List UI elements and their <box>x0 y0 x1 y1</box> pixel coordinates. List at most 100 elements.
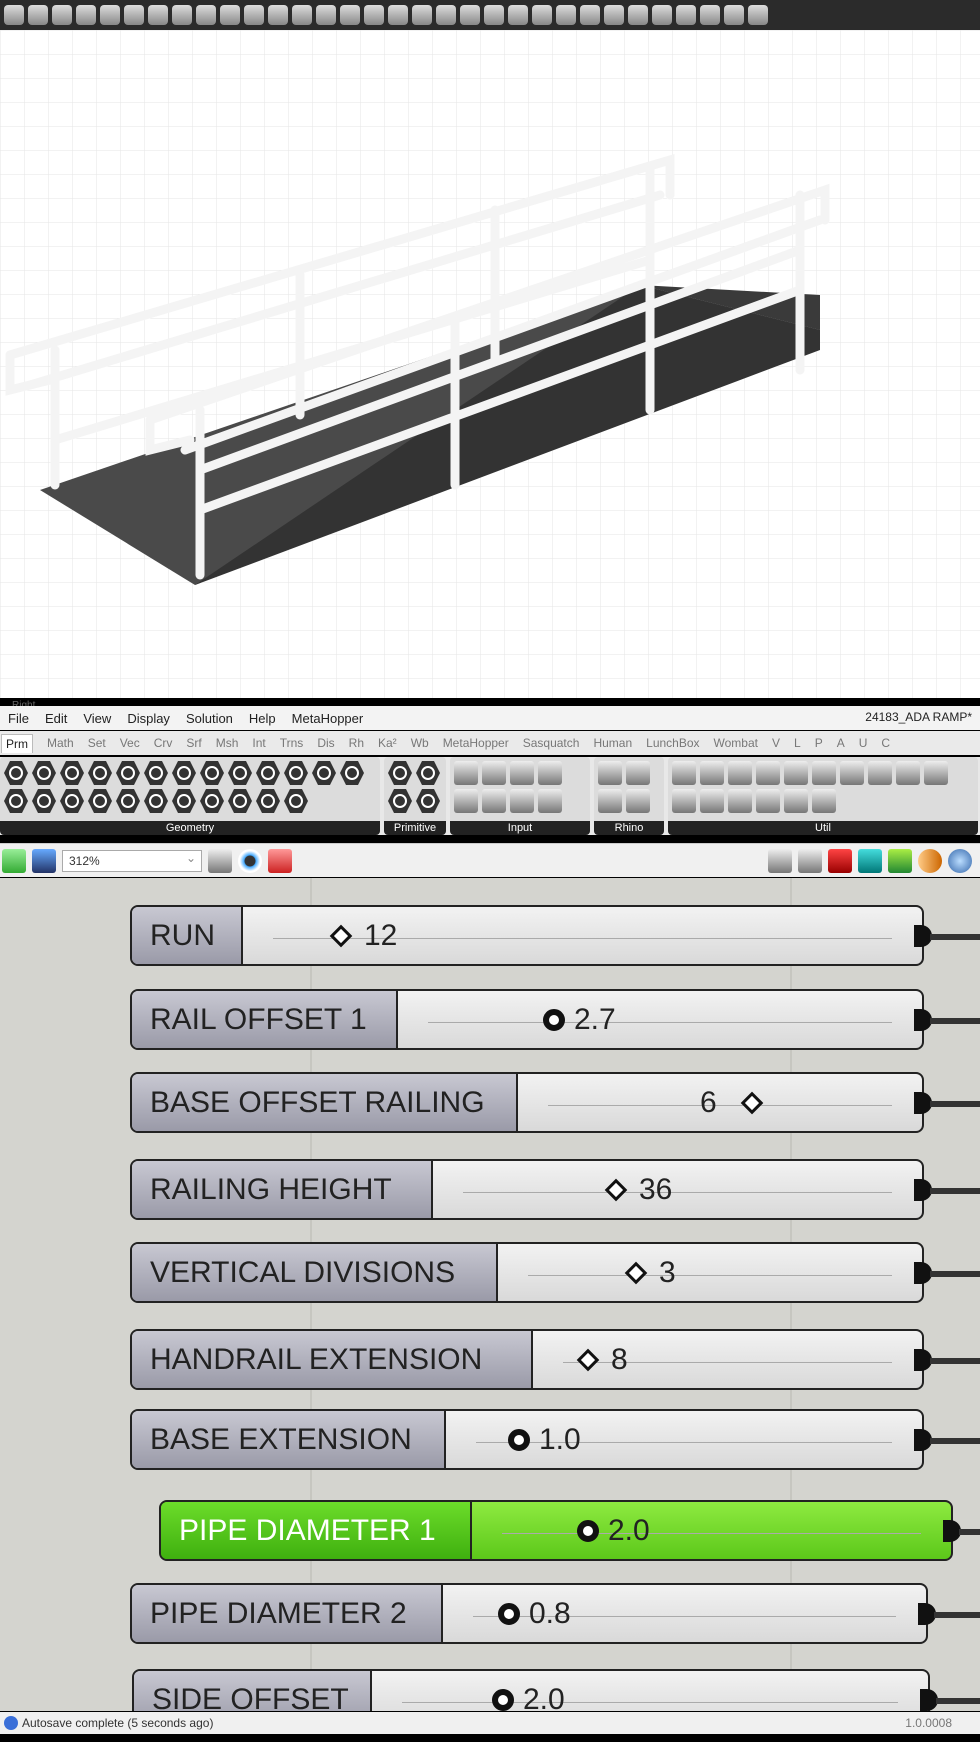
input-icons[interactable] <box>450 757 590 817</box>
tab-a[interactable]: A <box>837 736 845 750</box>
slider-track[interactable] <box>463 1183 892 1193</box>
number-slider[interactable]: RAILING HEIGHT 36 <box>130 1159 980 1220</box>
rhino-viewport[interactable] <box>0 30 980 698</box>
rhino-tool-icon[interactable] <box>700 5 720 25</box>
rhino-tool-icon[interactable] <box>52 5 72 25</box>
geometry-icons[interactable] <box>0 757 380 817</box>
tab-v[interactable]: V <box>772 736 780 750</box>
tab-set[interactable]: Set <box>88 736 106 750</box>
component-icon[interactable] <box>510 789 534 813</box>
tab-dis[interactable]: Dis <box>317 736 334 750</box>
component-icon[interactable] <box>388 789 412 813</box>
menu-solution[interactable]: Solution <box>186 711 233 726</box>
component-icon[interactable] <box>200 789 224 813</box>
slider-track[interactable] <box>428 1013 892 1023</box>
component-icon[interactable] <box>388 761 412 785</box>
rhino-tool-icon[interactable] <box>580 5 600 25</box>
rhino-tool-icon[interactable] <box>532 5 552 25</box>
zoom-extents-icon[interactable] <box>208 848 232 873</box>
rhino-tool-icon[interactable] <box>556 5 576 25</box>
component-icon[interactable] <box>228 789 252 813</box>
slider-handle[interactable] <box>498 1603 520 1625</box>
component-icon[interactable] <box>538 789 562 813</box>
component-icon[interactable] <box>256 789 280 813</box>
component-icon[interactable] <box>60 789 84 813</box>
util-icons[interactable] <box>668 757 978 817</box>
rhino-tool-icon[interactable] <box>124 5 144 25</box>
component-icon[interactable] <box>116 789 140 813</box>
component-icon[interactable] <box>482 789 506 813</box>
component-icon[interactable] <box>728 789 752 813</box>
component-icon[interactable] <box>784 761 808 785</box>
rhino-tool-icon[interactable] <box>76 5 96 25</box>
slider-handle[interactable] <box>577 1520 599 1542</box>
component-icon[interactable] <box>4 789 28 813</box>
tab-rh[interactable]: Rh <box>349 736 364 750</box>
slider-track[interactable] <box>502 1524 921 1534</box>
component-icon[interactable] <box>626 761 650 785</box>
save-icon[interactable] <box>32 848 56 873</box>
component-icon[interactable] <box>60 761 84 785</box>
tab-srf[interactable]: Srf <box>186 736 201 750</box>
component-icon[interactable] <box>840 761 864 785</box>
rhino-tool-icon[interactable] <box>244 5 264 25</box>
sketch-icon[interactable] <box>268 848 292 873</box>
number-slider[interactable]: SIDE OFFSET 2.0 <box>132 1669 980 1711</box>
tab-wb[interactable]: Wb <box>411 736 429 750</box>
component-icon[interactable] <box>538 761 562 785</box>
component-icon[interactable] <box>868 761 892 785</box>
slider-track[interactable] <box>402 1693 898 1703</box>
component-icon[interactable] <box>672 761 696 785</box>
component-icon[interactable] <box>510 761 534 785</box>
zoom-select[interactable]: 312% <box>62 849 202 872</box>
tab-crv[interactable]: Crv <box>154 736 173 750</box>
rhino-tool-icon[interactable] <box>196 5 216 25</box>
component-icon[interactable] <box>482 761 506 785</box>
component-icon[interactable] <box>626 789 650 813</box>
number-slider[interactable]: PIPE DIAMETER 2 0.8 <box>130 1583 980 1644</box>
component-icon[interactable] <box>88 761 112 785</box>
slider-handle[interactable] <box>492 1689 514 1711</box>
component-icon[interactable] <box>88 789 112 813</box>
tab-c[interactable]: C <box>881 736 890 750</box>
rhino-tool-icon[interactable] <box>604 5 624 25</box>
component-icon[interactable] <box>598 761 622 785</box>
component-icon[interactable] <box>284 789 308 813</box>
primitive-icons[interactable] <box>384 757 446 817</box>
tab-human[interactable]: Human <box>593 736 632 750</box>
component-icon[interactable] <box>672 789 696 813</box>
component-icon[interactable] <box>728 761 752 785</box>
tab-l[interactable]: L <box>794 736 801 750</box>
number-slider[interactable]: VERTICAL DIVISIONS 3 <box>130 1242 980 1303</box>
tab-vec[interactable]: Vec <box>120 736 140 750</box>
preview-eye-icon[interactable] <box>238 848 262 873</box>
preview-shaded-icon[interactable] <box>798 848 822 873</box>
component-icon[interactable] <box>454 789 478 813</box>
component-icon[interactable] <box>144 761 168 785</box>
menu-view[interactable]: View <box>83 711 111 726</box>
tab-prm[interactable]: Prm <box>1 733 33 753</box>
component-icon[interactable] <box>4 761 28 785</box>
component-icon[interactable] <box>32 789 56 813</box>
rhino-tool-icon[interactable] <box>748 5 768 25</box>
component-icon[interactable] <box>598 789 622 813</box>
number-slider[interactable]: PIPE DIAMETER 1 2.0 <box>159 1500 980 1561</box>
menu-help[interactable]: Help <box>249 711 276 726</box>
component-icon[interactable] <box>116 761 140 785</box>
rhino-tool-icon[interactable] <box>364 5 384 25</box>
preview-wireframe-icon[interactable] <box>768 848 792 873</box>
rhino-tool-icon[interactable] <box>724 5 744 25</box>
number-slider[interactable]: BASE OFFSET RAILING 6 <box>130 1072 980 1133</box>
display-mode-icon[interactable] <box>888 848 912 873</box>
rhino-tool-icon[interactable] <box>220 5 240 25</box>
menu-display[interactable]: Display <box>127 711 170 726</box>
component-icon[interactable] <box>700 761 724 785</box>
tab-msh[interactable]: Msh <box>216 736 239 750</box>
component-icon[interactable] <box>756 789 780 813</box>
tab-sasquatch[interactable]: Sasquatch <box>523 736 580 750</box>
rhino-icons[interactable] <box>594 757 664 817</box>
rhino-tool-icon[interactable] <box>28 5 48 25</box>
component-icon[interactable] <box>172 761 196 785</box>
open-file-icon[interactable] <box>2 848 26 873</box>
rhino-tool-icon[interactable] <box>172 5 192 25</box>
